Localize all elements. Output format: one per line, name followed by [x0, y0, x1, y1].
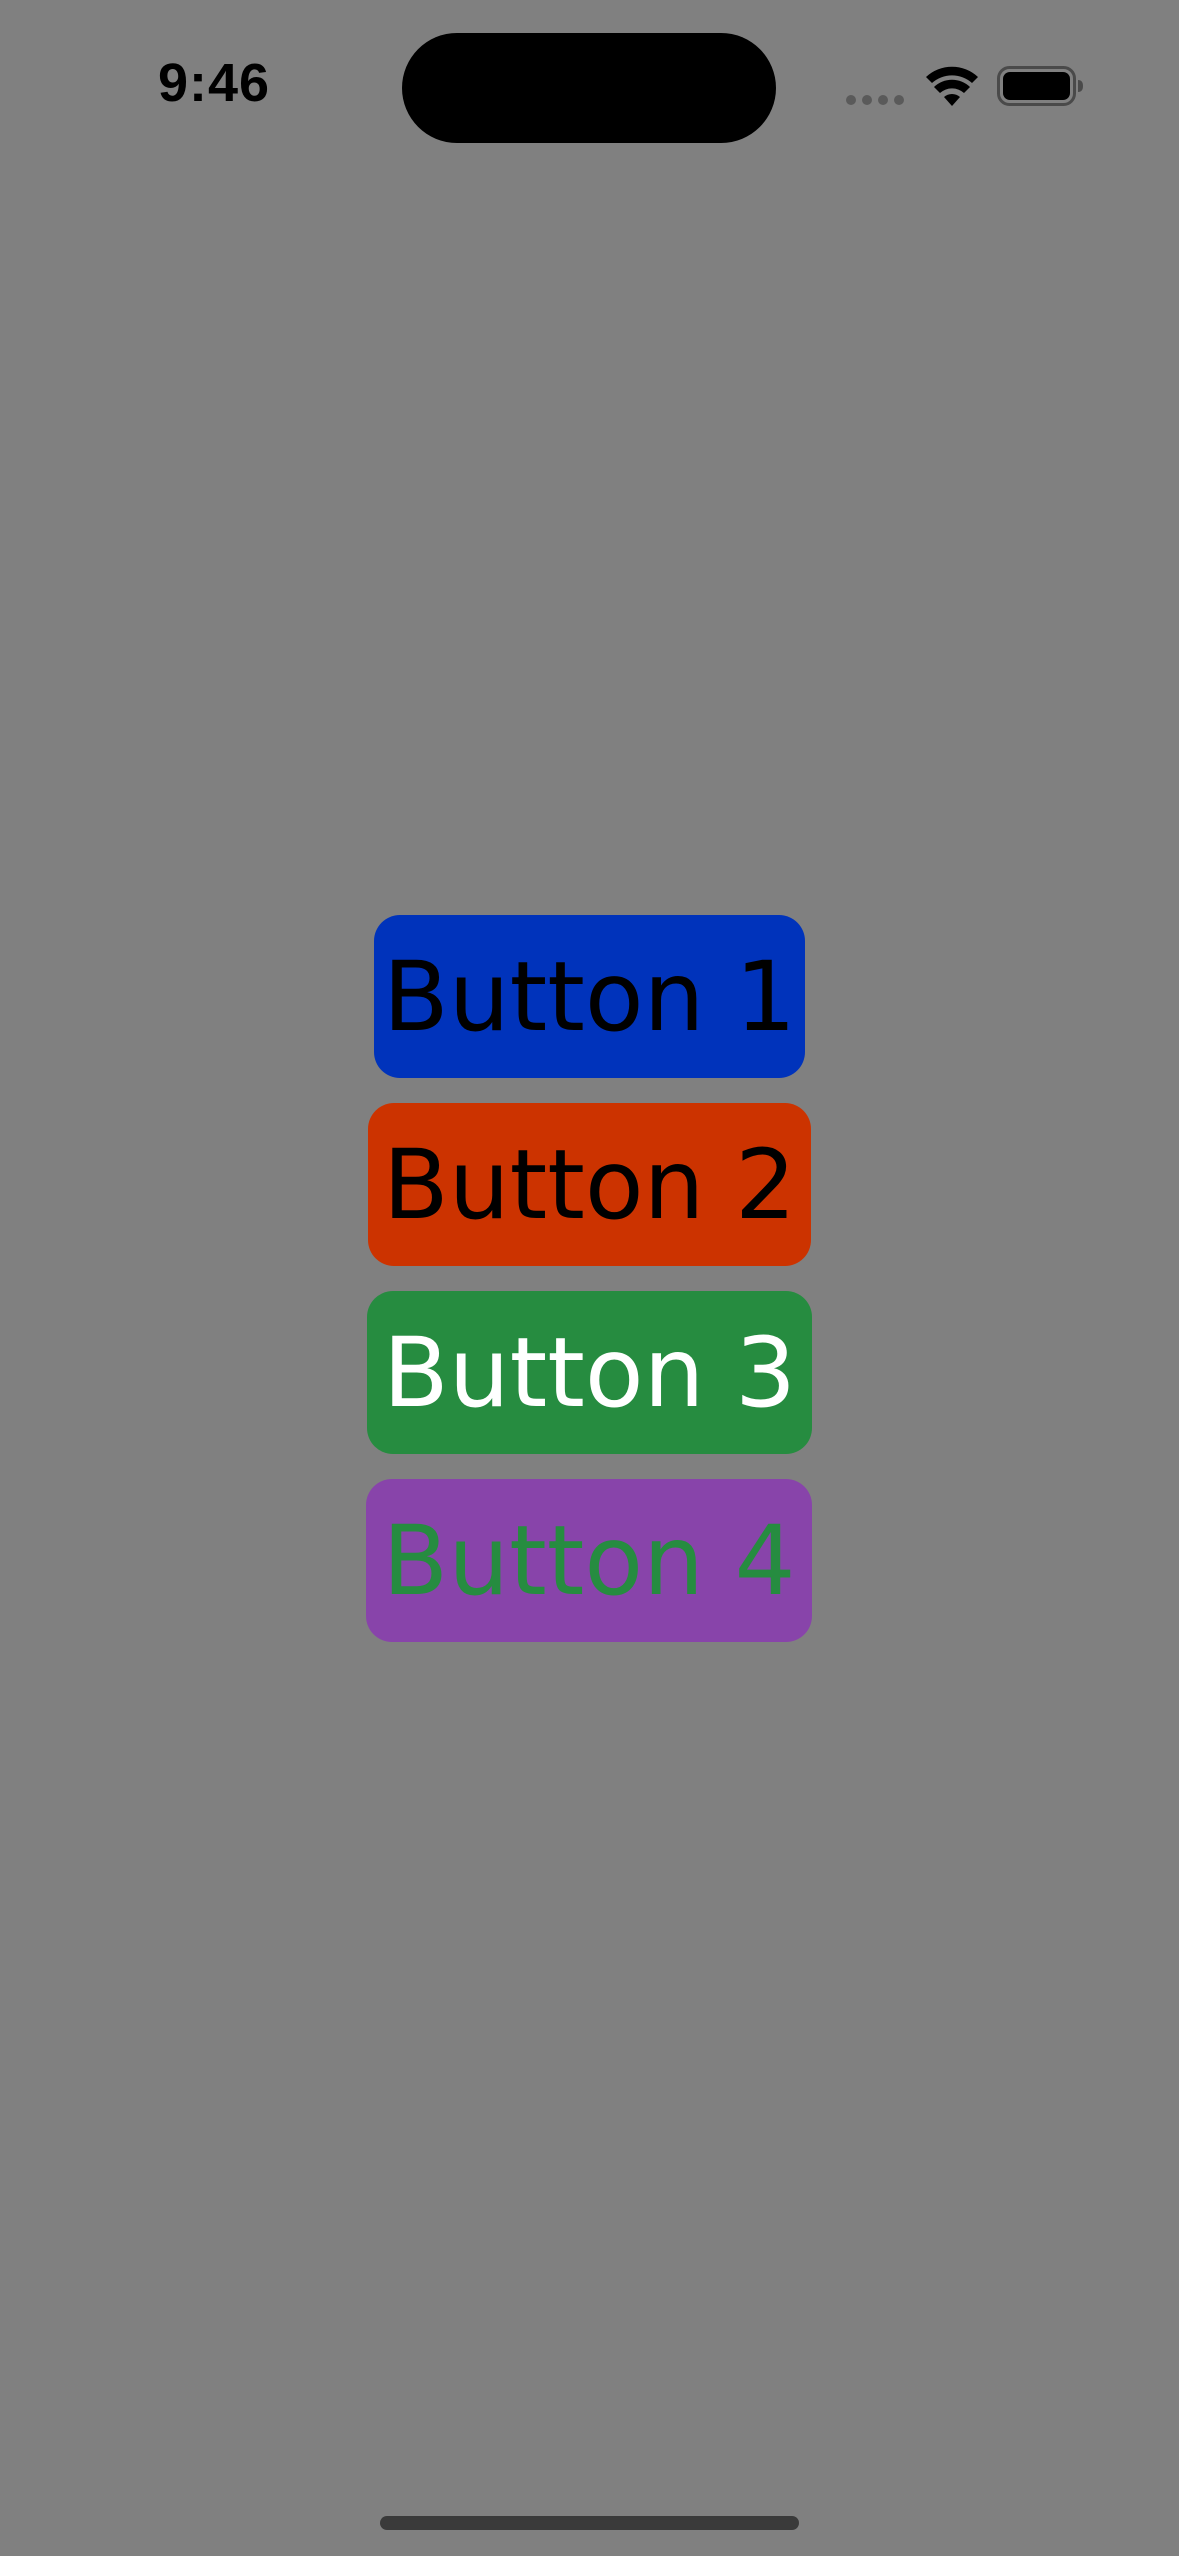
- status-time: 9:46: [158, 53, 271, 113]
- button-3[interactable]: Button 3: [367, 1291, 812, 1454]
- button-1[interactable]: Button 1: [374, 915, 805, 1078]
- dynamic-island: [402, 33, 776, 143]
- button-2[interactable]: Button 2: [368, 1103, 811, 1266]
- wifi-icon: [926, 66, 978, 106]
- battery-icon: [997, 66, 1083, 106]
- home-indicator[interactable]: [380, 2516, 799, 2530]
- button-4[interactable]: Button 4: [366, 1479, 812, 1642]
- signal-dots-icon: [846, 95, 904, 105]
